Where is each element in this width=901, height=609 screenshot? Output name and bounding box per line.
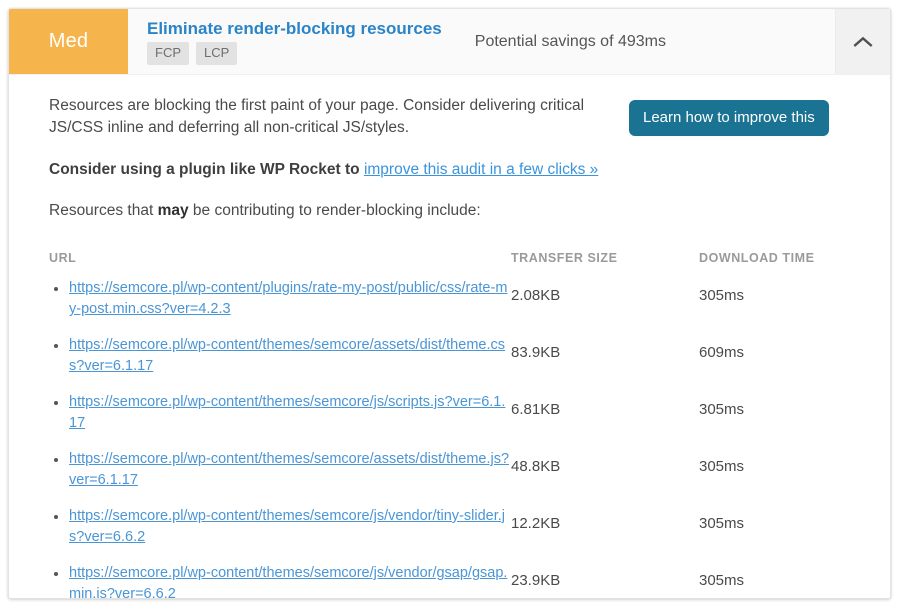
resource-url-cell: https://semcore.pl/wp-content/themes/sem… — [49, 449, 511, 506]
severity-badge: Med — [9, 9, 128, 74]
resource-url-link[interactable]: https://semcore.pl/wp-content/themes/sem… — [69, 394, 505, 431]
resource-url-link[interactable]: https://semcore.pl/wp-content/themes/sem… — [69, 508, 505, 545]
table-row: https://semcore.pl/wp-content/themes/sem… — [49, 449, 890, 506]
contributing-suffix: be contributing to render-blocking inclu… — [192, 202, 481, 219]
download-time-cell: 305ms — [699, 401, 745, 418]
resource-url-link[interactable]: https://semcore.pl/wp-content/plugins/ra… — [69, 280, 507, 317]
metric-chip-list: FCP LCP — [147, 42, 442, 65]
table-row: https://semcore.pl/wp-content/themes/sem… — [49, 392, 890, 449]
transfer-size-cell: 23.9KB — [511, 572, 561, 589]
render-blocking-resources-table: URL TRANSFER SIZE DOWNLOAD TIME https://… — [49, 251, 890, 598]
potential-savings-text: Potential savings of 493ms — [474, 32, 666, 50]
learn-how-to-improve-button[interactable]: Learn how to improve this — [629, 100, 829, 136]
plugin-suggestion-text: Consider using a plugin like WP Rocket t… — [49, 161, 360, 178]
description-row: Resources are blocking the first paint o… — [49, 95, 860, 139]
transfer-size-cell: 12.2KB — [511, 515, 561, 532]
resource-url-link[interactable]: https://semcore.pl/wp-content/themes/sem… — [69, 451, 509, 488]
collapse-toggle-button[interactable] — [835, 9, 890, 74]
download-time-cell: 305ms — [699, 458, 745, 475]
column-header-url: URL — [49, 251, 77, 265]
audit-title-link[interactable]: Eliminate render-blocking resources — [147, 18, 442, 39]
resource-url-cell: https://semcore.pl/wp-content/plugins/ra… — [49, 278, 511, 335]
resource-url-link[interactable]: https://semcore.pl/wp-content/themes/sem… — [69, 565, 507, 598]
column-header-download-time: DOWNLOAD TIME — [699, 251, 815, 265]
table-header: URL TRANSFER SIZE DOWNLOAD TIME — [49, 251, 890, 278]
severity-label: Med — [48, 30, 89, 52]
audit-body: Resources are blocking the first paint o… — [9, 75, 890, 598]
audit-description: Resources are blocking the first paint o… — [49, 97, 585, 136]
table-row: https://semcore.pl/wp-content/themes/sem… — [49, 506, 890, 563]
metric-chip-lcp: LCP — [196, 42, 238, 65]
plugin-suggestion-line: Consider using a plugin like WP Rocket t… — [49, 159, 860, 181]
metric-chip-fcp: FCP — [147, 42, 189, 65]
transfer-size-cell: 6.81KB — [511, 401, 561, 418]
download-time-cell: 609ms — [699, 344, 745, 361]
download-time-cell: 305ms — [699, 287, 745, 304]
column-header-transfer-size: TRANSFER SIZE — [511, 251, 618, 265]
page-backdrop: Med Eliminate render-blocking resources … — [0, 0, 901, 609]
table-row: https://semcore.pl/wp-content/themes/sem… — [49, 563, 890, 598]
download-time-cell: 305ms — [699, 515, 745, 532]
audit-card: Med Eliminate render-blocking resources … — [8, 8, 891, 599]
audit-header-main: Eliminate render-blocking resources FCP … — [128, 9, 835, 74]
contributing-emphasis: may — [157, 202, 189, 219]
contributing-resources-line: Resources that may be contributing to re… — [49, 200, 860, 222]
resource-url-cell: https://semcore.pl/wp-content/themes/sem… — [49, 392, 511, 449]
table-row: https://semcore.pl/wp-content/themes/sem… — [49, 335, 890, 392]
contributing-prefix: Resources that — [49, 202, 154, 219]
resource-url-cell: https://semcore.pl/wp-content/themes/sem… — [49, 563, 511, 598]
resource-url-link[interactable]: https://semcore.pl/wp-content/themes/sem… — [69, 337, 505, 374]
audit-title-group: Eliminate render-blocking resources FCP … — [147, 18, 442, 65]
transfer-size-cell: 48.8KB — [511, 458, 561, 475]
table-header-row: URL TRANSFER SIZE DOWNLOAD TIME — [49, 251, 890, 278]
download-time-cell: 305ms — [699, 572, 745, 589]
resource-url-cell: https://semcore.pl/wp-content/themes/sem… — [49, 506, 511, 563]
table-row: https://semcore.pl/wp-content/plugins/ra… — [49, 278, 890, 335]
transfer-size-cell: 2.08KB — [511, 287, 561, 304]
improve-audit-link[interactable]: improve this audit in a few clicks » — [364, 161, 598, 178]
transfer-size-cell: 83.9KB — [511, 344, 561, 361]
resource-url-cell: https://semcore.pl/wp-content/themes/sem… — [49, 335, 511, 392]
chevron-up-icon — [853, 36, 873, 48]
audit-header: Med Eliminate render-blocking resources … — [9, 9, 890, 75]
table-body: https://semcore.pl/wp-content/plugins/ra… — [49, 278, 890, 598]
